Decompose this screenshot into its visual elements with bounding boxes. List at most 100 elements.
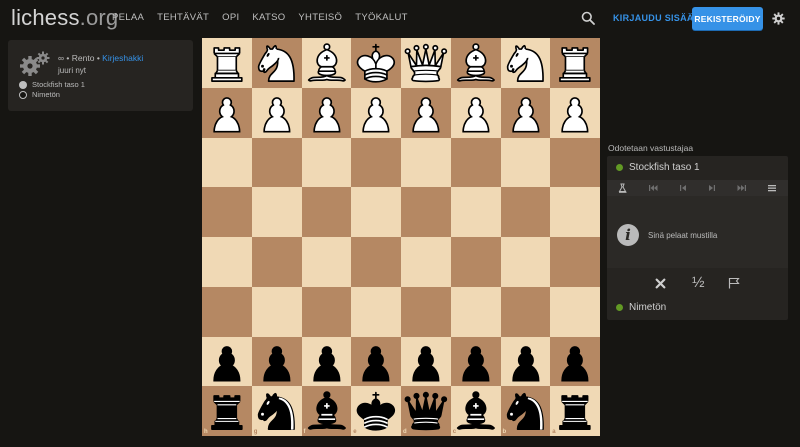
- board-square[interactable]: [251, 286, 302, 337]
- moves-area: i Sinä pelaat mustilla: [607, 196, 788, 268]
- board-square[interactable]: [202, 237, 252, 287]
- board-square[interactable]: [550, 286, 600, 337]
- white-knight-piece: [252, 38, 302, 88]
- board-square[interactable]: [202, 187, 252, 237]
- black-bishop-piece[interactable]: [451, 386, 501, 436]
- nav-community[interactable]: YHTEISÖ: [298, 12, 342, 23]
- black-pawn-piece[interactable]: [252, 337, 302, 387]
- board-square[interactable]: [301, 137, 352, 188]
- white-king-piece: [351, 38, 401, 88]
- black-pawn-piece[interactable]: [501, 337, 551, 387]
- prev-move-icon[interactable]: [678, 183, 688, 193]
- black-bishop-piece[interactable]: [302, 386, 352, 436]
- top-header: lichess.org PELAA TEHTÄVÄT OPI KATSO YHT…: [0, 0, 800, 38]
- board-square[interactable]: [401, 286, 451, 337]
- player-black-line[interactable]: Nimetön: [19, 90, 60, 99]
- game-mode: Rento: [71, 53, 95, 63]
- login-link[interactable]: KIRJAUDU SISÄÄN: [613, 13, 701, 23]
- opponent-row[interactable]: Stockfish taso 1: [616, 162, 700, 173]
- register-button[interactable]: REKISTERÖIDY: [692, 7, 763, 30]
- board-square[interactable]: [500, 237, 551, 287]
- nav-puzzles[interactable]: TEHTÄVÄT: [157, 12, 209, 23]
- search-icon[interactable]: [581, 11, 595, 25]
- white-knight-piece: [501, 38, 551, 88]
- self-row[interactable]: Nimetön: [616, 302, 666, 313]
- board-square[interactable]: [450, 137, 501, 188]
- file-label: b: [502, 429, 507, 435]
- file-label: a: [552, 429, 556, 435]
- white-pawn-piece: [202, 88, 252, 138]
- chess-board[interactable]: 1 2 3 4 5 6 7 8 h g f e d c b a: [202, 38, 600, 436]
- board-square[interactable]: [450, 187, 501, 237]
- white-bishop-piece: [451, 38, 501, 88]
- board-square[interactable]: [251, 237, 302, 287]
- board-square[interactable]: [351, 237, 401, 287]
- rank-label: 2: [594, 88, 598, 95]
- board-square[interactable]: [401, 137, 451, 188]
- board-square[interactable]: [550, 187, 600, 237]
- abort-icon[interactable]: [655, 278, 666, 289]
- board-square[interactable]: [301, 187, 352, 237]
- board-square[interactable]: [450, 237, 501, 287]
- online-dot: [616, 164, 623, 171]
- board-square[interactable]: [550, 237, 600, 287]
- white-pawn-piece: [351, 88, 401, 138]
- last-move-icon[interactable]: [737, 183, 747, 193]
- black-pawn-piece[interactable]: [550, 337, 600, 387]
- rank-label: 8: [594, 387, 598, 394]
- board-square[interactable]: [202, 137, 252, 188]
- board-square[interactable]: [301, 286, 352, 337]
- nav-watch[interactable]: KATSO: [252, 12, 285, 23]
- black-queen-piece[interactable]: [401, 386, 451, 436]
- first-move-icon[interactable]: [648, 183, 658, 193]
- player-white-name: Stockfish taso 1: [32, 80, 85, 89]
- board-square[interactable]: [351, 187, 401, 237]
- offer-draw-button[interactable]: ½: [692, 274, 705, 291]
- gear-icon[interactable]: [772, 12, 785, 25]
- nav-tools[interactable]: TYÖKALUT: [355, 12, 408, 23]
- black-knight-piece[interactable]: [501, 386, 551, 436]
- online-dot: [616, 304, 623, 311]
- board-square[interactable]: [450, 286, 501, 337]
- board-square[interactable]: [351, 137, 401, 188]
- analysis-icon[interactable]: [618, 183, 628, 193]
- white-rook-piece: [202, 38, 252, 88]
- menu-icon[interactable]: [767, 183, 777, 193]
- main-nav: PELAA TEHTÄVÄT OPI KATSO YHTEISÖ TYÖKALU…: [112, 12, 421, 23]
- site-logo[interactable]: lichess.org: [11, 5, 118, 31]
- next-move-icon[interactable]: [707, 183, 717, 193]
- black-rook-piece[interactable]: [550, 386, 600, 436]
- player-white-line[interactable]: Stockfish taso 1: [19, 80, 85, 89]
- black-king-piece[interactable]: [351, 386, 401, 436]
- board-square[interactable]: [351, 286, 401, 337]
- nav-play[interactable]: PELAA: [112, 12, 144, 23]
- board-square[interactable]: [251, 137, 302, 188]
- variant-link[interactable]: Kirjeshakki: [102, 53, 143, 63]
- board-square[interactable]: [500, 187, 551, 237]
- rank-label: 3: [594, 138, 598, 145]
- black-pawn-piece[interactable]: [451, 337, 501, 387]
- board-square[interactable]: [500, 286, 551, 337]
- meta-separator: •: [64, 53, 72, 63]
- black-pawn-piece[interactable]: [401, 337, 451, 387]
- board-square[interactable]: [550, 137, 600, 188]
- engine-gears-icon: [20, 51, 50, 76]
- board-square[interactable]: [202, 286, 252, 337]
- nav-learn[interactable]: OPI: [222, 12, 239, 23]
- board-square[interactable]: [401, 187, 451, 237]
- file-label: e: [353, 429, 357, 435]
- board-square[interactable]: [251, 187, 302, 237]
- black-pawn-piece[interactable]: [302, 337, 352, 387]
- black-pawn-piece[interactable]: [351, 337, 401, 387]
- info-icon: i: [617, 224, 639, 246]
- opponent-name: Stockfish taso 1: [629, 162, 700, 173]
- board-square[interactable]: [301, 237, 352, 287]
- board-square[interactable]: [500, 137, 551, 188]
- black-knight-piece[interactable]: [252, 386, 302, 436]
- game-time: juuri nyt: [58, 66, 87, 75]
- rank-label: 6: [594, 287, 598, 294]
- black-rook-piece[interactable]: [202, 386, 252, 436]
- board-square[interactable]: [401, 237, 451, 287]
- resign-flag-icon[interactable]: [728, 277, 740, 289]
- black-pawn-piece[interactable]: [202, 337, 252, 387]
